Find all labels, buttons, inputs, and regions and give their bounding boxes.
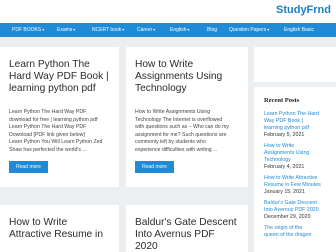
recent-post-link[interactable]: How to Write Attractive Resume in Few Mi… — [264, 175, 334, 189]
recent-post-date: February 4, 2021 — [264, 164, 305, 170]
recent-post-date: February 5, 2021 — [264, 132, 305, 138]
nav-item-english[interactable]: English▾ — [170, 26, 189, 34]
chevron-down-icon: ▾ — [73, 27, 76, 32]
nav-item-blog[interactable]: Blog — [207, 26, 217, 34]
sidebar-heading: Recent Posts — [264, 97, 300, 104]
read-more-button[interactable]: Read more — [9, 161, 48, 173]
read-more-button[interactable]: Read more — [135, 161, 174, 173]
chevron-down-icon: ▾ — [153, 27, 156, 32]
site-logo[interactable]: StudyFrnd — [276, 4, 331, 16]
recent-post-link[interactable]: Learn Python The Hard Way PDF Book | lea… — [264, 111, 334, 132]
post-card: Learn Python The Hard Way PDF Book | lea… — [0, 47, 119, 187]
chevron-down-icon: ▾ — [187, 27, 190, 32]
post-card: How to Write Attractive Resume in — [0, 205, 119, 252]
recent-post-link[interactable]: Baldur's Gate Descent Into Avernus PDF 2… — [264, 200, 334, 214]
post-title[interactable]: How to Write Assignments Using Technolog… — [135, 59, 222, 95]
nav-item-question-papers[interactable]: Question Papers▾ — [229, 26, 269, 34]
site-header: StudyFrnd — [0, 0, 336, 23]
chevron-down-icon: ▾ — [42, 27, 45, 32]
post-title[interactable]: Learn Python The Hard Way PDF Book | lea… — [9, 59, 109, 95]
chevron-down-icon: ▾ — [267, 27, 270, 32]
post-card: Baldur's Gate Descent Into Avernus PDF 2… — [126, 205, 248, 252]
sidebar-recent-posts: Recent Posts Learn Python The Hard Way P… — [254, 87, 336, 252]
post-card: How to Write Assignments Using Technolog… — [126, 47, 248, 187]
recent-post-date: December 29, 2020 — [264, 214, 311, 220]
nav-item-pdf-books[interactable]: PDF BOOKS▾ — [12, 26, 44, 34]
recent-post-link[interactable]: How to Write Assignments Using Technolog… — [264, 143, 334, 164]
recent-post-date: January 15, 2021 — [264, 189, 305, 195]
post-excerpt: How to Write Assignments Using Technolog… — [135, 109, 229, 153]
post-excerpt: Learn Python The Hard Way PDF download f… — [9, 109, 103, 153]
nav-item-ncert-book[interactable]: NCERT book▾ — [92, 26, 124, 34]
nav-item-career[interactable]: Career▾ — [137, 26, 155, 34]
post-title[interactable]: Baldur's Gate Descent Into Avernus PDF 2… — [135, 217, 237, 252]
sidebar-widget — [254, 47, 336, 82]
nav-item-exams[interactable]: Exams▾ — [57, 26, 75, 34]
nav-item-english-basic[interactable]: English Basic — [284, 26, 314, 34]
main-nav: PDF BOOKS▾ Exams▾ NCERT book▾ Career▾ En… — [0, 23, 336, 37]
post-title[interactable]: How to Write Attractive Resume in — [9, 217, 103, 241]
chevron-down-icon: ▾ — [122, 27, 125, 32]
recent-post-link[interactable]: The origin of the queen of the dragon — [264, 225, 334, 239]
